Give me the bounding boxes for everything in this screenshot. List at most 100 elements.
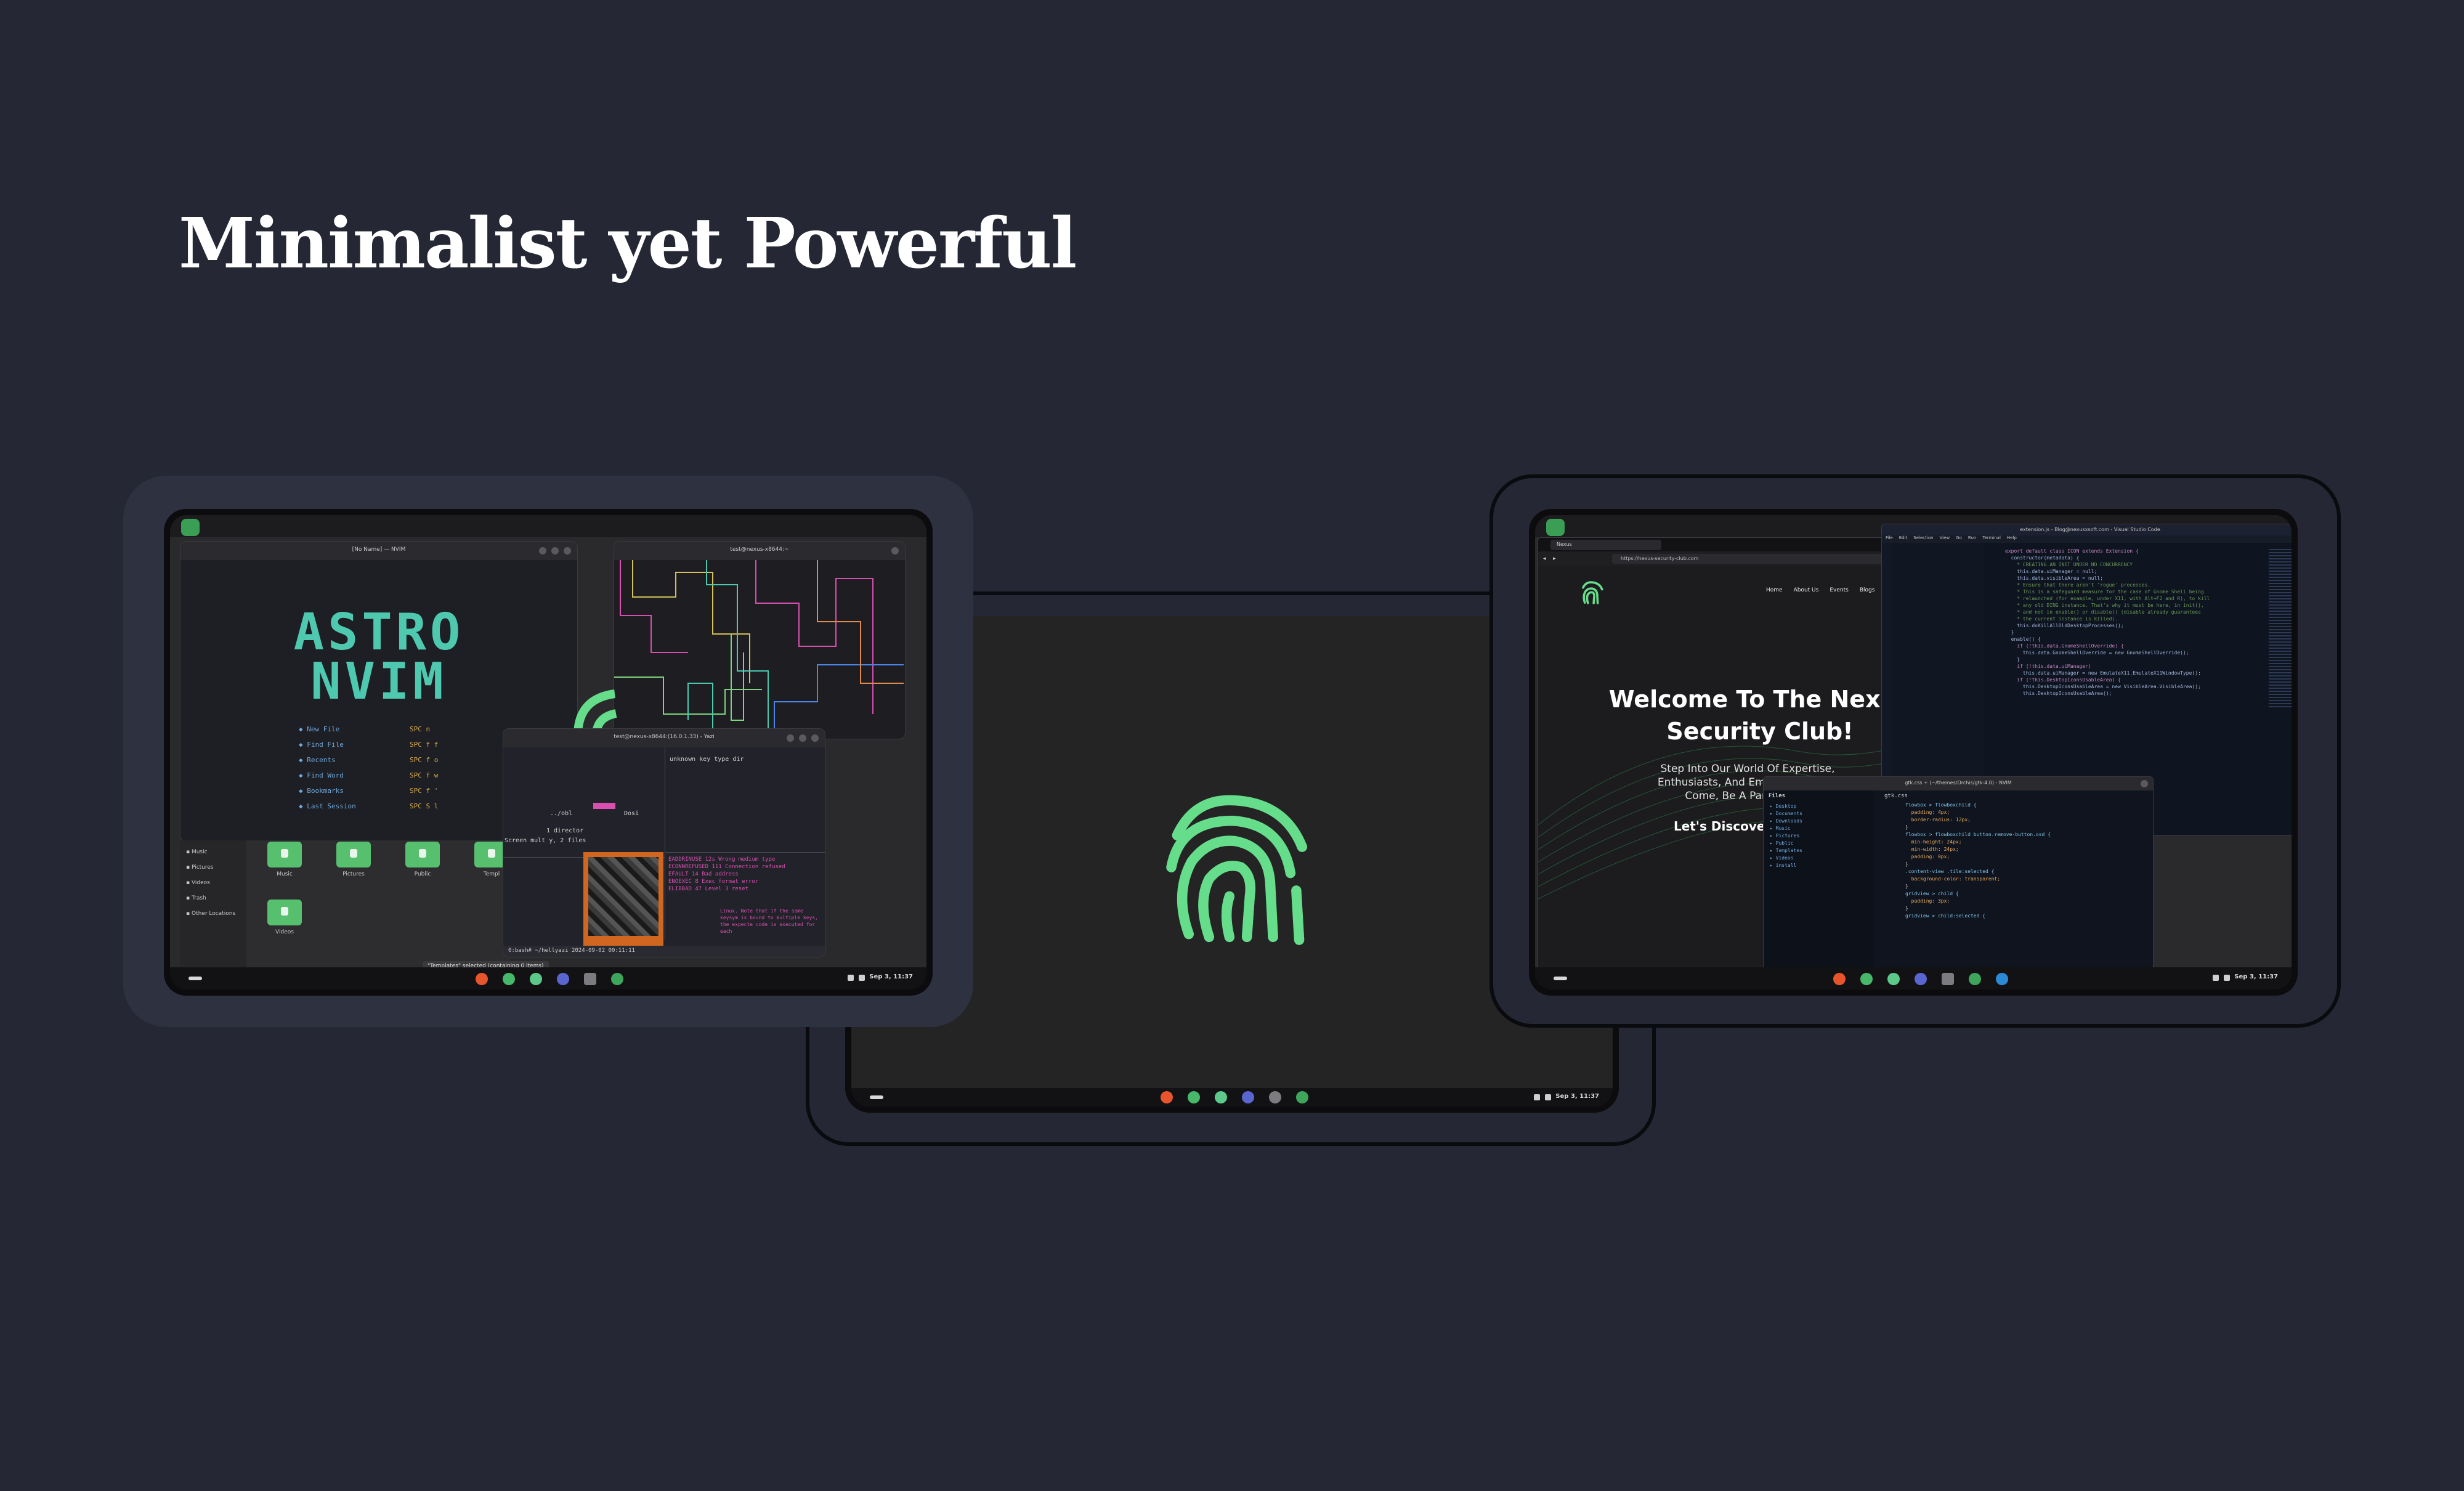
folder-icon: [267, 842, 302, 867]
sidebar-item[interactable]: ▪ Pictures: [186, 864, 248, 880]
folder-icon: [336, 842, 371, 867]
close-button[interactable]: [891, 547, 899, 555]
sidebar-item[interactable]: ▪ Other Locations: [186, 911, 248, 926]
tree-item[interactable]: ▸ Downloads: [1770, 818, 1802, 825]
code-line: * Ensure that there aren't 'rogue' proce…: [2005, 582, 2151, 588]
app-icon[interactable]: [1942, 973, 1954, 985]
css-line: min-width: 24px;: [1905, 847, 1959, 852]
battery-icon[interactable]: [1545, 1094, 1551, 1100]
pipes-window-title: test@nexus-x8644:~: [730, 546, 789, 553]
close-button[interactable]: [811, 734, 819, 742]
battery-icon[interactable]: [859, 975, 865, 981]
activities-indicator[interactable]: [870, 1095, 883, 1099]
tree-item[interactable]: ▸ Music: [1770, 825, 1802, 832]
firefox-icon[interactable]: [1161, 1091, 1173, 1103]
app-icon[interactable]: [503, 973, 515, 985]
vscode-menu-item[interactable]: Edit: [1899, 535, 1908, 540]
tree-item[interactable]: ▸ Documents: [1770, 810, 1802, 818]
minimize-button[interactable]: [787, 734, 794, 742]
vscode-menu-item[interactable]: Selection: [1913, 535, 1933, 540]
vscode-menu-item[interactable]: Run: [1968, 535, 1976, 540]
tree-item[interactable]: ▸ Videos: [1770, 855, 1802, 862]
vscode-menu-item[interactable]: View: [1940, 535, 1950, 540]
clock[interactable]: Sep 3, 11:37: [2234, 973, 2278, 980]
folder-label: Music: [277, 871, 293, 877]
vscode-icon[interactable]: [1996, 973, 2008, 985]
code-icon[interactable]: [1242, 1091, 1254, 1103]
forward-icon[interactable]: ▸: [1553, 556, 1556, 562]
sidebar-item[interactable]: ▪ Music: [186, 849, 248, 864]
volume-icon[interactable]: [848, 975, 854, 981]
firefox-icon[interactable]: [1833, 973, 1846, 985]
app-icon[interactable]: [1188, 1091, 1200, 1103]
code-line: * This is a safeguard measure for the ca…: [2005, 589, 2204, 595]
tree-item[interactable]: ▸ Pictures: [1770, 832, 1802, 840]
browser-tab[interactable]: Nexus: [1550, 540, 1661, 550]
folder-item[interactable]: Videos: [260, 900, 309, 935]
code-icon[interactable]: [1915, 973, 1927, 985]
clock[interactable]: Sep 3, 11:37: [869, 973, 913, 980]
volume-icon[interactable]: [2213, 975, 2219, 981]
sidebar-item[interactable]: ▪ Videos: [186, 880, 248, 895]
code-editor[interactable]: export default class ICON extends Extens…: [2005, 548, 2258, 697]
app-icon[interactable]: [1887, 973, 1900, 985]
app-icon[interactable]: [584, 973, 596, 985]
dashboard-item[interactable]: ◆ New File SPC n: [299, 725, 459, 741]
folder-label: Public: [414, 871, 431, 877]
dashboard-item-label: ◆ Last Session: [299, 802, 356, 810]
editor-tab[interactable]: gtk.css: [1884, 793, 1908, 799]
css-line: padding: 4px;: [1905, 810, 1950, 815]
activities-indicator[interactable]: [1554, 977, 1567, 980]
folder-item[interactable]: Pictures: [329, 842, 378, 877]
terminal-icon[interactable]: [1969, 973, 1981, 985]
yazi-message: unknown key type dir: [670, 756, 744, 763]
tree-item[interactable]: ▸ Public: [1770, 840, 1802, 847]
maximize-button[interactable]: [551, 547, 559, 555]
sidebar-item[interactable]: ▪ Trash: [186, 895, 248, 911]
nvim-gtk-window[interactable]: gtk.css + (~/themes/Orchis/gtk-4.0) - NV…: [1763, 776, 2154, 981]
activities-button[interactable]: [181, 519, 200, 536]
dashboard-item[interactable]: ◆ Recents SPC f o: [299, 756, 459, 771]
volume-icon[interactable]: [1534, 1094, 1540, 1100]
activities-indicator[interactable]: [188, 977, 202, 980]
hero-title: Welcome To The Nexus Security Club!: [1587, 683, 1932, 747]
cta-button[interactable]: Let's Discove: [1674, 819, 1765, 834]
app-icon[interactable]: [1215, 1091, 1227, 1103]
yazi-window[interactable]: test@nexus-x8644:(16.0.1.33) - Yazi unkn…: [503, 728, 825, 957]
dashboard-item[interactable]: ◆ Bookmarks SPC f ': [299, 787, 459, 802]
close-button[interactable]: [564, 547, 571, 555]
maximize-button[interactable]: [799, 734, 806, 742]
minimize-button[interactable]: [539, 547, 546, 555]
app-icon[interactable]: [530, 973, 542, 985]
vscode-menu-item[interactable]: Help: [2007, 535, 2017, 540]
site-nav-item[interactable]: Blogs: [1860, 587, 1875, 593]
site-nav-item[interactable]: Home: [1766, 587, 1783, 593]
files-window[interactable]: ▪ Music ▪ Pictures ▪ Videos ▪ Trash ▪ Other …: [180, 840, 510, 970]
dashboard-item[interactable]: ◆ Last Session SPC S l: [299, 802, 459, 818]
terminal-icon[interactable]: [611, 973, 623, 985]
site-nav-item[interactable]: Events: [1830, 587, 1848, 593]
pipes-terminal-window[interactable]: test@nexus-x8644:~: [614, 541, 906, 739]
dashboard-item[interactable]: ◆ Find File SPC f f: [299, 741, 459, 756]
back-icon[interactable]: ◂: [1543, 556, 1546, 562]
code-icon[interactable]: [557, 973, 569, 985]
clock[interactable]: Sep 3, 11:37: [1555, 1093, 1599, 1100]
app-icon[interactable]: [1269, 1091, 1281, 1103]
vscode-menu-item[interactable]: File: [1886, 535, 1893, 540]
app-icon[interactable]: [1860, 973, 1873, 985]
terminal-icon[interactable]: [1296, 1091, 1308, 1103]
tree-item[interactable]: ▸ Templates: [1770, 847, 1802, 855]
dashboard-item[interactable]: ◆ Find Word SPC f w: [299, 771, 459, 787]
close-button[interactable]: [2141, 780, 2148, 787]
vscode-menu-item[interactable]: Terminal: [1982, 535, 2001, 540]
css-editor[interactable]: flowbox > flowboxchild { padding: 4px; b…: [1905, 802, 2146, 920]
tree-item[interactable]: ▸ Desktop: [1770, 803, 1802, 810]
battery-icon[interactable]: [2224, 975, 2230, 981]
folder-item[interactable]: Music: [260, 842, 309, 877]
activities-button[interactable]: [1546, 519, 1565, 536]
firefox-icon[interactable]: [476, 973, 488, 985]
vscode-menu-item[interactable]: Go: [1956, 535, 1962, 540]
tree-item[interactable]: ▸ install: [1770, 862, 1802, 869]
site-nav-item[interactable]: About Us: [1794, 587, 1819, 593]
folder-item[interactable]: Public: [398, 842, 447, 877]
